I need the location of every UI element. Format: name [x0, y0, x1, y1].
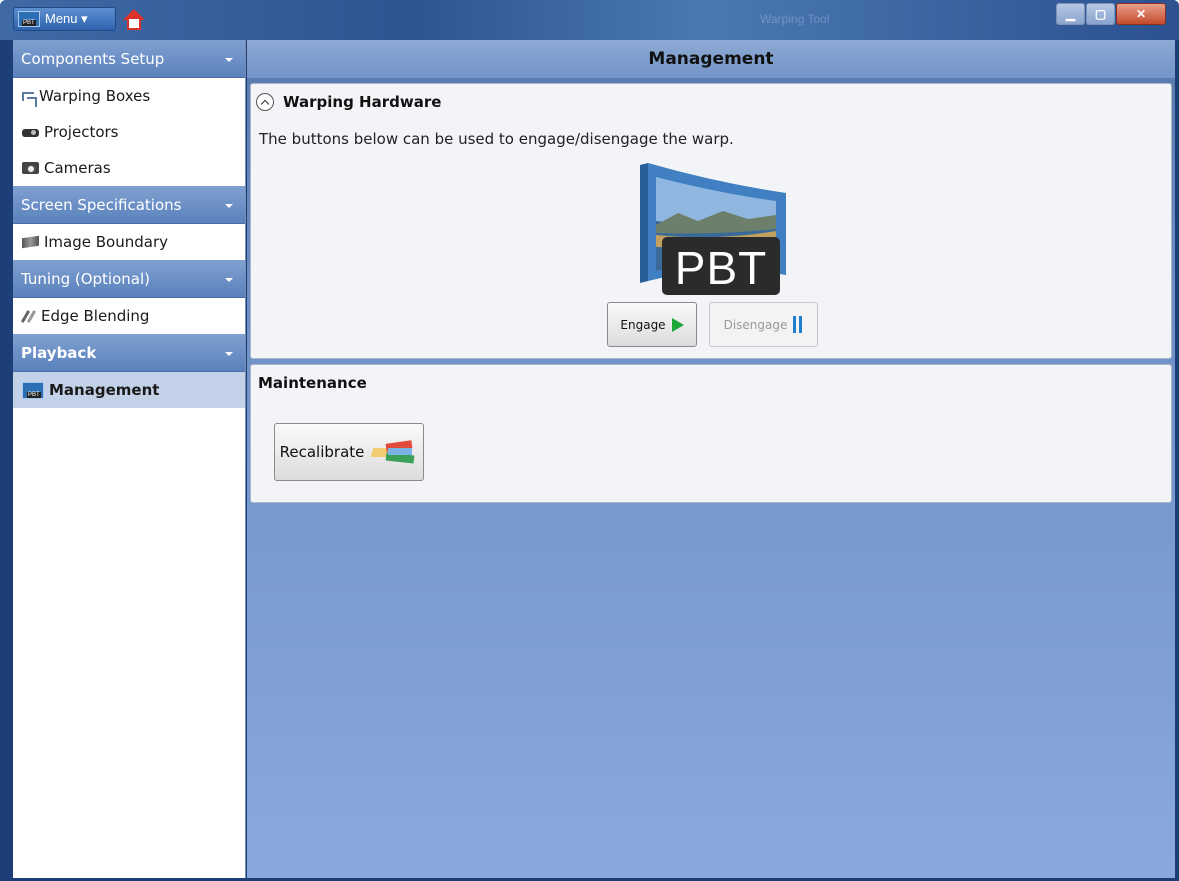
recalibrate-label: Recalibrate — [279, 443, 365, 461]
title-bar: Menu ▾ Warping Tool ▁ ▢ ✕ — [0, 0, 1179, 40]
section-components-setup[interactable]: Components Setup — [13, 40, 245, 78]
image-boundary-icon — [22, 235, 39, 249]
sidebar-item-management[interactable]: Management — [13, 372, 245, 408]
play-icon — [671, 317, 684, 332]
sidebar-item-label: Image Boundary — [44, 233, 168, 251]
minimize-button[interactable]: ▁ — [1056, 3, 1085, 25]
maintenance-panel: Maintenance Recalibrate — [250, 364, 1172, 503]
chevron-down-icon — [225, 351, 233, 356]
section-tuning[interactable]: Tuning (Optional) — [13, 260, 245, 298]
window-controls: ▁ ▢ ✕ — [1056, 3, 1166, 25]
home-button[interactable] — [121, 7, 147, 33]
minimize-icon: ▁ — [1065, 7, 1076, 21]
disengage-label: Disengage — [723, 317, 788, 332]
sidebar-item-label: Management — [49, 381, 160, 399]
collapse-icon[interactable] — [256, 93, 274, 111]
home-icon-body — [127, 19, 141, 30]
chevron-down-icon — [225, 203, 233, 208]
warping-box-icon — [22, 91, 37, 107]
section-playback[interactable]: Playback — [13, 334, 245, 372]
section-label: Components Setup — [21, 49, 165, 68]
pause-icon — [793, 316, 803, 333]
window-title: Warping Tool — [760, 12, 830, 26]
panel-title: Warping Hardware — [283, 93, 442, 111]
main-content: Management Warping Hardware The buttons … — [247, 40, 1175, 878]
sidebar-item-label: Warping Boxes — [39, 87, 151, 105]
sidebar-item-label: Cameras — [44, 159, 111, 177]
page-title: Management — [247, 40, 1175, 78]
close-button[interactable]: ✕ — [1116, 3, 1166, 25]
logo-text: PBT — [674, 242, 768, 294]
sidebar: Components Setup Warping Boxes Projector… — [13, 40, 246, 878]
chevron-down-icon — [225, 57, 233, 62]
disengage-button[interactable]: Disengage — [709, 302, 818, 347]
camera-icon — [22, 162, 39, 174]
chevron-down-icon — [225, 277, 233, 282]
section-label: Tuning (Optional) — [21, 269, 150, 288]
recalibrate-icon — [371, 440, 418, 464]
panel-description: The buttons below can be used to engage/… — [259, 130, 734, 148]
section-screen-specifications[interactable]: Screen Specifications — [13, 186, 245, 224]
panel-header: Warping Hardware — [256, 93, 441, 111]
edge-blending-icon — [22, 310, 36, 323]
engage-label: Engage — [620, 317, 666, 332]
app-window: Menu ▾ Warping Tool ▁ ▢ ✕ Components Set… — [0, 0, 1179, 881]
maximize-icon: ▢ — [1094, 7, 1107, 21]
projector-icon — [22, 129, 39, 137]
pbt-management-icon — [22, 381, 44, 399]
recalibrate-button[interactable]: Recalibrate — [274, 423, 424, 481]
pbt-app-icon — [18, 11, 40, 27]
sidebar-item-projectors[interactable]: Projectors — [13, 114, 245, 150]
engage-button[interactable]: Engage — [607, 302, 697, 347]
section-label: Screen Specifications — [21, 195, 182, 214]
sidebar-item-label: Projectors — [44, 123, 119, 141]
sidebar-item-warping-boxes[interactable]: Warping Boxes — [13, 78, 245, 114]
sidebar-item-edge-blending[interactable]: Edge Blending — [13, 298, 245, 334]
section-label: Playback — [21, 343, 97, 362]
panel-title: Maintenance — [258, 374, 367, 392]
warping-hardware-panel: Warping Hardware The buttons below can b… — [250, 83, 1172, 359]
sidebar-item-image-boundary[interactable]: Image Boundary — [13, 224, 245, 260]
menu-button[interactable]: Menu ▾ — [13, 7, 116, 31]
sidebar-item-cameras[interactable]: Cameras — [13, 150, 245, 186]
sidebar-item-label: Edge Blending — [41, 307, 150, 325]
maximize-button[interactable]: ▢ — [1086, 3, 1115, 25]
menu-label: Menu ▾ — [45, 11, 88, 26]
close-icon: ✕ — [1135, 7, 1147, 21]
